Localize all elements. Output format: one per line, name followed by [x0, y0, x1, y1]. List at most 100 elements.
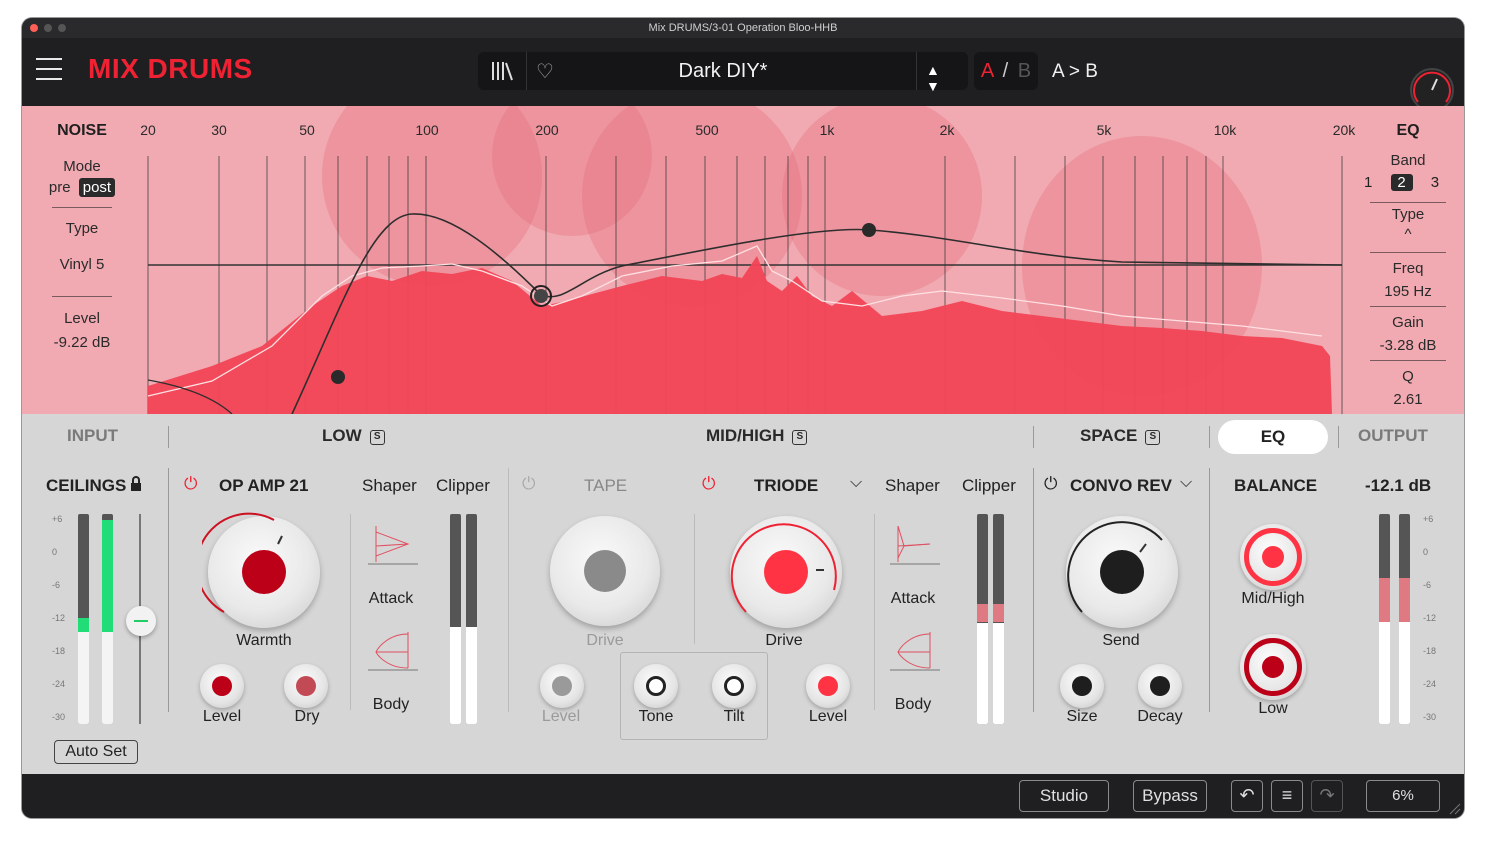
tab-output[interactable]: OUTPUT	[1358, 426, 1428, 446]
low-body-shape-icon[interactable]	[368, 628, 418, 672]
tone-knob[interactable]	[634, 664, 678, 708]
ab-copy-button[interactable]: A > B	[1052, 61, 1098, 83]
low-attack-label: Attack	[368, 590, 414, 607]
input-db-minus6: -6	[52, 580, 61, 590]
eq-type-bell-icon[interactable]: ^	[1352, 226, 1464, 243]
output-value[interactable]: -12.1 dB	[1365, 476, 1431, 496]
tape-module-name: TAPE	[584, 476, 628, 495]
freq-label-5k: 5k	[1096, 122, 1112, 138]
freq-label-1k: 1k	[819, 122, 835, 138]
tab-space[interactable]: SPACE S	[1080, 426, 1161, 446]
midhigh-solo-button[interactable]: S	[792, 430, 808, 445]
triode-chevron-down-icon[interactable]: ⌵	[850, 474, 862, 492]
footer-bar: Studio Bypass ↶ ≡ ↷ 6%	[22, 774, 1464, 818]
noise-type-value[interactable]: Vinyl 5	[22, 256, 142, 273]
low-attack-shape-icon[interactable]	[368, 522, 418, 566]
tab-midhigh-label: MID/HIGH	[706, 426, 785, 445]
warmth-knob[interactable]	[202, 512, 320, 628]
low-power-icon[interactable]: ⏻	[184, 474, 197, 494]
eq-band-3-button[interactable]: 3	[1431, 174, 1439, 191]
noise-mode-post[interactable]: post	[78, 178, 116, 197]
preset-name[interactable]: Dark DIY*	[478, 60, 968, 83]
minimize-window-button[interactable]	[44, 24, 52, 32]
redo-icon[interactable]: ↷	[1311, 780, 1343, 812]
close-window-button[interactable]	[30, 24, 38, 32]
balance-midhigh-label: Mid/High	[1241, 590, 1305, 607]
triode-module-name[interactable]: TRIODE	[754, 476, 818, 496]
midhigh-attack-shape-icon[interactable]	[890, 522, 940, 566]
freq-label-200: 200	[535, 122, 559, 138]
low-dry-knob[interactable]	[284, 664, 328, 708]
reverb-size-knob[interactable]	[1060, 664, 1104, 708]
freq-label-10k: 10k	[1213, 122, 1237, 138]
eq-q-value[interactable]: 2.61	[1352, 391, 1464, 408]
tab-input[interactable]: INPUT	[67, 426, 118, 446]
frequency-scale: 20 30 50 100 200 500 1k 2k 5k 10k 20k	[140, 122, 1355, 142]
tab-low[interactable]: LOW S	[322, 426, 385, 446]
ab-b-label[interactable]: B	[1018, 60, 1031, 82]
noise-mode-pre[interactable]: pre	[49, 179, 71, 196]
resize-grip-icon[interactable]	[1448, 802, 1462, 816]
tape-drive-knob[interactable]	[550, 516, 660, 626]
title-bar: Mix DRUMS/3-01 Operation Bloo-HHB	[22, 18, 1464, 38]
output-db-minus12: -12	[1423, 613, 1437, 623]
zoom-window-button[interactable]	[58, 24, 66, 32]
eq-curve-display[interactable]	[22, 106, 1464, 414]
studio-button[interactable]: Studio	[1019, 780, 1109, 812]
triode-drive-knob[interactable]	[730, 516, 842, 628]
tab-midhigh[interactable]: MID/HIGH S	[706, 426, 808, 446]
eq-title: EQ	[1396, 122, 1420, 139]
output-db-minus30: -30	[1423, 712, 1437, 722]
eq-band-1-button[interactable]: 1	[1364, 174, 1372, 191]
reverb-decay-label: Decay	[1137, 708, 1183, 725]
low-solo-button[interactable]: S	[369, 430, 385, 445]
reverb-send-knob[interactable]	[1066, 516, 1178, 628]
preset-prev-next-arrows[interactable]: ▲ ▼	[926, 62, 968, 94]
tilt-knob[interactable]	[712, 664, 756, 708]
tab-eq[interactable]: EQ	[1218, 420, 1328, 454]
low-module-name[interactable]: OP AMP 21	[219, 476, 308, 496]
noise-type-label: Type	[65, 220, 99, 237]
ab-a-label[interactable]: A	[981, 60, 993, 82]
noise-level-value[interactable]: -9.22 dB	[22, 334, 142, 351]
spectrum-analyzer[interactable]: 20 30 50 100 200 500 1k 2k 5k 10k 20k NOISE Mode p…	[22, 106, 1464, 414]
reverb-decay-knob[interactable]	[1138, 664, 1182, 708]
noise-mode-toggle[interactable]: pre post	[22, 178, 142, 197]
lock-icon[interactable]	[129, 476, 143, 492]
space-module-name[interactable]: CONVO REV	[1070, 476, 1172, 496]
preset-bar[interactable]: ♡ Dark DIY* ▲ ▼	[478, 52, 968, 94]
triode-level-knob[interactable]	[806, 664, 850, 708]
eq-gain-label: Gain	[1392, 314, 1424, 331]
space-chevron-down-icon[interactable]: ⌵	[1180, 474, 1192, 492]
ceiling-slider-handle[interactable]	[126, 606, 156, 636]
low-clip-meter-right	[466, 514, 477, 724]
midhigh-clip-meter-left	[977, 514, 988, 724]
tape-power-icon[interactable]: ⏻	[522, 474, 535, 494]
menu-icon[interactable]	[36, 58, 62, 80]
low-shaper-label: Shaper	[362, 476, 417, 495]
tape-drive-label: Drive	[586, 632, 624, 649]
eq-freq-value[interactable]: 195 Hz	[1352, 283, 1464, 300]
space-power-icon[interactable]: ⏻	[1044, 474, 1057, 494]
tone-label: Tone	[638, 708, 674, 725]
tape-level-knob[interactable]	[540, 664, 584, 708]
output-meter-left	[1379, 514, 1390, 724]
space-solo-button[interactable]: S	[1145, 430, 1161, 445]
eq-band-selector[interactable]: 1 2 3	[1364, 174, 1454, 191]
ab-switch[interactable]: A / B	[974, 52, 1038, 90]
bypass-button[interactable]: Bypass	[1133, 780, 1207, 812]
low-level-knob[interactable]	[200, 664, 244, 708]
triode-power-icon[interactable]: ⏻	[702, 474, 715, 494]
low-clip-meter-left	[450, 514, 461, 724]
balance-midhigh-knob[interactable]	[1240, 524, 1306, 590]
midhigh-body-shape-icon[interactable]	[890, 628, 940, 672]
history-list-icon[interactable]: ≡	[1271, 780, 1303, 812]
cpu-zoom-readout[interactable]: 6%	[1366, 780, 1440, 812]
undo-icon[interactable]: ↶	[1231, 780, 1263, 812]
auto-set-button[interactable]: Auto Set	[54, 740, 138, 764]
balance-low-knob[interactable]	[1240, 634, 1306, 700]
eq-band-2-button[interactable]: 2	[1390, 174, 1413, 191]
plugin-window: Mix DRUMS/3-01 Operation Bloo-HHB MIX DR…	[22, 18, 1464, 818]
eq-gain-value[interactable]: -3.28 dB	[1352, 337, 1464, 354]
input-db-minus12: -12	[52, 613, 66, 623]
